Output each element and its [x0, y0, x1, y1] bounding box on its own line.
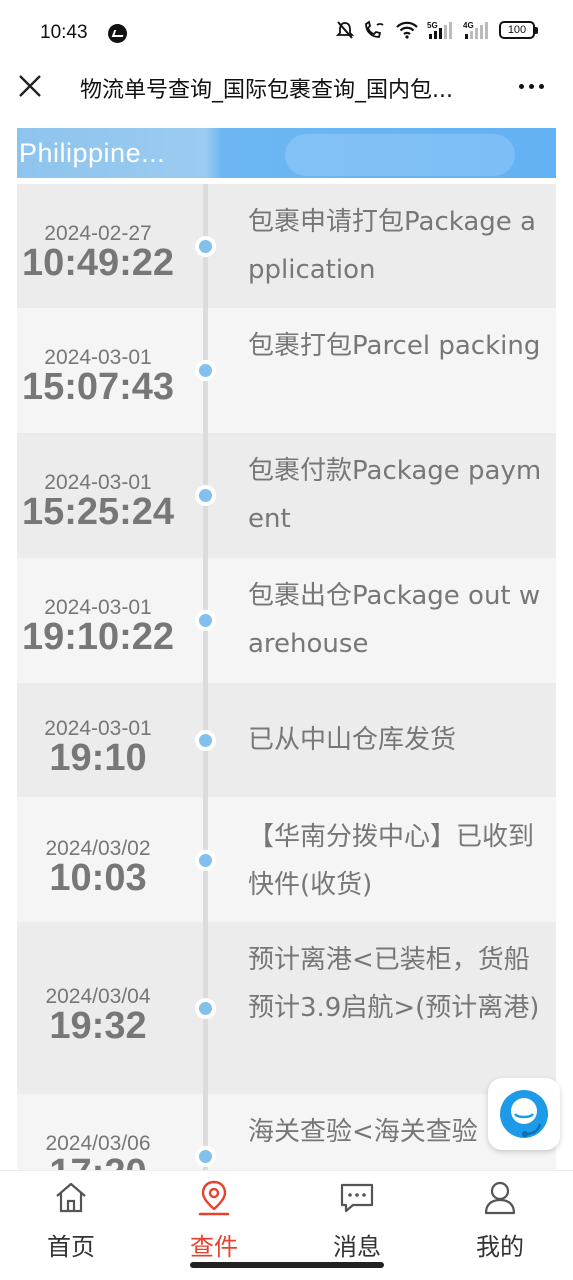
- tracking-content[interactable]: Philippine... 2024-02-27 10:49:22 包裹申请打包…: [0, 120, 573, 1170]
- event-description: 包裹出仓Package out warehouse: [248, 581, 541, 659]
- home-indicator[interactable]: [190, 1262, 384, 1268]
- more-options-button[interactable]: [519, 74, 547, 98]
- timeline-row: 2024-02-27 10:49:22 包裹申请打包Package applic…: [17, 184, 556, 308]
- event-time: 10:03: [49, 857, 147, 899]
- 4g-signal-icon: 4G: [463, 21, 488, 39]
- status-time: 10:43: [40, 22, 88, 43]
- event-description: 包裹申请打包Package application: [248, 207, 536, 285]
- nav-label-messages: 消息: [333, 1233, 381, 1261]
- timeline-dot-icon: [195, 485, 216, 506]
- timeline-row: 2024-03-01 15:07:43 包裹打包Parcel packing: [17, 308, 556, 433]
- customer-service-button[interactable]: [488, 1078, 560, 1150]
- wifi-icon: [396, 21, 418, 39]
- nav-label-home: 首页: [47, 1233, 95, 1261]
- event-time: 19:10:22: [21, 616, 175, 658]
- dot-icon: [519, 83, 524, 89]
- user-icon: [484, 1181, 516, 1215]
- dot-icon: [539, 83, 544, 89]
- home-icon: [56, 1182, 86, 1213]
- location-pin-icon: [198, 1180, 230, 1216]
- nav-item-profile[interactable]: 我的: [450, 1177, 550, 1263]
- nav-label-track: 查件: [190, 1233, 238, 1261]
- status-icons: 5G 4G 100: [335, 20, 538, 40]
- event-description: 已从中山仓库发货: [248, 725, 457, 755]
- event-time: 19:32: [49, 1005, 147, 1047]
- event-time: 17:20: [17, 1152, 179, 1170]
- wifi-call-icon: [365, 20, 384, 38]
- nav-label-profile: 我的: [476, 1233, 524, 1261]
- timeline-dot-icon: [195, 1146, 216, 1167]
- timeline-row: 2024-03-01 19:10 已从中山仓库发货: [17, 683, 556, 797]
- carrier-name: Philippine...: [19, 138, 166, 168]
- status-bar: 10:43 5G 4G 100: [0, 0, 573, 64]
- nav-item-track[interactable]: 查件: [164, 1177, 264, 1263]
- close-icon[interactable]: [14, 70, 46, 102]
- page-title: 物流单号查询_国际包裹查询_国内包...: [80, 78, 453, 103]
- event-time: 15:25:24: [21, 491, 175, 533]
- event-description: 包裹付款Package payment: [248, 456, 542, 534]
- headset-icon: [500, 1090, 548, 1138]
- timeline-dot-icon: [195, 610, 216, 631]
- timeline-row: 2024/03/02 10:03 【华南分拨中心】已收到快件(收货): [17, 797, 556, 922]
- messenger-icon: [108, 24, 127, 43]
- 5g-signal-icon: 5G: [427, 21, 452, 39]
- timeline-row: 2024/03/04 19:32 预计离港<已装柜，货船预计3.9启航>(预计离…: [17, 922, 556, 1094]
- svg-text:4G: 4G: [463, 21, 474, 30]
- timeline-row: 2024-03-01 15:25:24 包裹付款Package payment: [17, 433, 556, 558]
- timeline-row: 2024-03-01 19:10:22 包裹出仓Package out ware…: [17, 558, 556, 683]
- svg-text:5G: 5G: [427, 21, 438, 30]
- timeline-row: 2024/03/06 17:20 海关查验<海关查验: [17, 1094, 556, 1170]
- event-description: 预计离港<已装柜，货船预计3.9启航>(预计离港): [248, 945, 540, 1023]
- carrier-banner: Philippine...: [17, 128, 556, 178]
- event-time: 15:07:43: [21, 366, 175, 408]
- event-time: 10:49:22: [21, 242, 175, 284]
- message-icon: [340, 1183, 374, 1213]
- timeline-dot-icon: [195, 850, 216, 871]
- timeline-dot-icon: [195, 236, 216, 257]
- battery-indicator: 100: [499, 21, 538, 39]
- timeline-dot-icon: [195, 360, 216, 381]
- mute-icon: [335, 21, 355, 39]
- event-time: 19:10: [49, 737, 147, 779]
- dot-icon: [529, 83, 534, 89]
- title-bar: 物流单号查询_国际包裹查询_国内包...: [0, 64, 573, 120]
- timeline-dot-icon: [195, 998, 216, 1019]
- redacted-tracking-number: [285, 134, 515, 176]
- nav-item-home[interactable]: 首页: [21, 1177, 121, 1263]
- tracking-timeline: 2024-02-27 10:49:22 包裹申请打包Package applic…: [17, 184, 556, 1170]
- event-description: 【华南分拨中心】已收到快件(收货): [248, 822, 535, 900]
- event-description: 包裹打包Parcel packing: [248, 331, 541, 361]
- timeline-dot-icon: [195, 730, 216, 751]
- nav-item-messages[interactable]: 消息: [307, 1177, 407, 1263]
